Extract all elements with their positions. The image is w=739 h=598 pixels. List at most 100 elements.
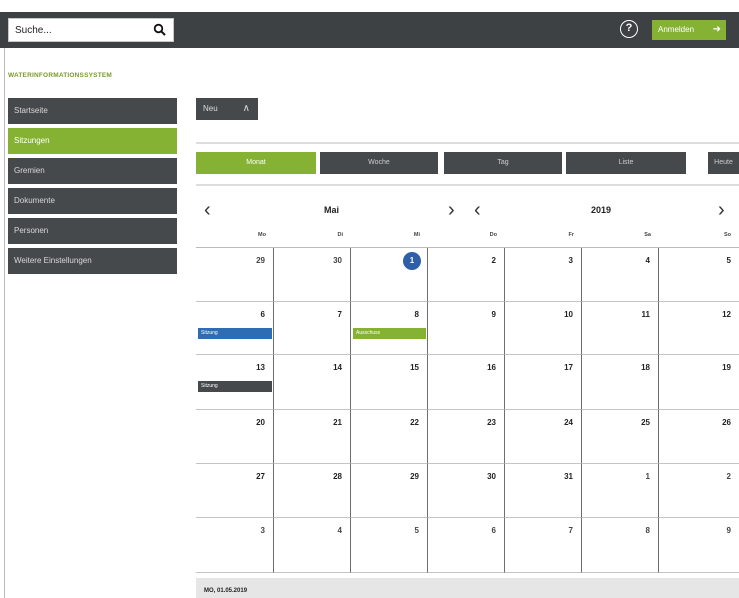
sidebar-item[interactable]: Sitzungen xyxy=(8,128,177,154)
calendar-day-cell[interactable]: 18 xyxy=(582,355,659,410)
divider xyxy=(196,184,739,186)
day-number: 23 xyxy=(487,418,496,427)
calendar-day-cell[interactable]: 8 xyxy=(582,518,659,573)
calendar-day-cell[interactable]: 21 xyxy=(274,410,351,464)
calendar-day-cell[interactable]: 3 xyxy=(196,518,274,573)
day-number: 7 xyxy=(568,526,573,535)
day-number: 22 xyxy=(410,418,419,427)
calendar-day-cell[interactable]: 4 xyxy=(582,248,659,302)
day-number: 29 xyxy=(256,256,265,265)
prev-year-icon[interactable]: ‹ xyxy=(474,196,481,224)
calendar-day-cell[interactable]: 16 xyxy=(428,355,505,410)
day-number: 14 xyxy=(333,363,342,372)
calendar-day-cell[interactable]: 1 xyxy=(582,464,659,518)
day-number: 5 xyxy=(414,526,419,535)
search-box[interactable] xyxy=(8,18,174,42)
new-button-label: Neu xyxy=(203,104,218,113)
day-number: 6 xyxy=(491,526,496,535)
calendar-day-cell[interactable]: 3 xyxy=(505,248,582,302)
calendar-event[interactable]: Sitzung xyxy=(198,381,272,392)
calendar-day-cell[interactable]: 9 xyxy=(659,518,739,573)
day-number: 8 xyxy=(414,310,419,319)
next-month-icon[interactable]: › xyxy=(448,196,455,224)
sidebar-item[interactable]: Personen xyxy=(8,218,177,244)
weekday-label: Mi xyxy=(413,232,420,238)
search-icon[interactable] xyxy=(153,23,167,37)
divider xyxy=(196,142,739,144)
weekday-header: Mo Di Mi Do Fr Sa So xyxy=(196,232,739,246)
day-number: 21 xyxy=(333,418,342,427)
new-button[interactable]: Neu ∧ xyxy=(196,98,258,120)
day-number: 4 xyxy=(337,526,342,535)
day-number: 29 xyxy=(410,472,419,481)
day-number: 5 xyxy=(726,256,731,265)
calendar-day-cell[interactable]: 7 xyxy=(274,302,351,355)
prev-month-icon[interactable]: ‹ xyxy=(204,196,211,224)
weekday-label: So xyxy=(723,232,731,238)
day-number: 16 xyxy=(487,363,496,372)
calendar-day-cell[interactable]: 12 xyxy=(659,302,739,355)
calendar-day-cell[interactable]: 5 xyxy=(351,518,428,573)
calendar-day-cell[interactable]: 23 xyxy=(428,410,505,464)
search-input[interactable] xyxy=(9,19,149,41)
calendar-day-cell[interactable]: 1 xyxy=(351,248,428,302)
calendar-day-cell[interactable]: 22 xyxy=(351,410,428,464)
day-number: 11 xyxy=(641,310,650,319)
calendar-day-cell[interactable]: 9 xyxy=(428,302,505,355)
calendar-day-cell[interactable]: 19 xyxy=(659,355,739,410)
calendar-day-cell[interactable]: 27 xyxy=(196,464,274,518)
calendar-event[interactable]: Sitzung xyxy=(198,328,272,339)
view-tab[interactable]: Heute xyxy=(708,152,739,174)
calendar-day-cell[interactable]: 24 xyxy=(505,410,582,464)
calendar-day-cell[interactable]: 20 xyxy=(196,410,274,464)
day-number: 18 xyxy=(641,363,650,372)
calendar-day-cell[interactable]: 2 xyxy=(659,464,739,518)
day-number: 17 xyxy=(564,363,573,372)
weekday-label: Do xyxy=(489,232,497,238)
calendar-day-cell[interactable]: 29 xyxy=(351,464,428,518)
calendar-day-cell[interactable]: 26 xyxy=(659,410,739,464)
calendar-day-cell[interactable]: 7 xyxy=(505,518,582,573)
view-switcher: Monat Woche Tag Liste Heute xyxy=(196,152,739,174)
weekday-label: Fr xyxy=(568,232,575,238)
calendar-day-cell[interactable]: 17 xyxy=(505,355,582,410)
day-number: 1 xyxy=(645,472,650,481)
day-number: 13 xyxy=(256,363,265,372)
calendar-day-cell[interactable]: 4 xyxy=(274,518,351,573)
calendar-day-cell[interactable]: 6 xyxy=(428,518,505,573)
day-number: 20 xyxy=(256,418,265,427)
calendar-day-cell[interactable]: 5 xyxy=(659,248,739,302)
login-button[interactable]: Anmelden ➜ xyxy=(652,20,726,40)
calendar-event[interactable]: Ausschuss xyxy=(353,328,426,339)
view-tab[interactable]: Woche xyxy=(320,152,438,174)
calendar-day-cell[interactable]: 30 xyxy=(428,464,505,518)
calendar-day-cell[interactable]: 29 xyxy=(196,248,274,302)
calendar-day-cell[interactable]: 30 xyxy=(274,248,351,302)
app-title: WATERINFORMATIONSSYSTEM xyxy=(8,72,113,79)
calendar-day-cell[interactable]: 11 xyxy=(582,302,659,355)
sidebar-item[interactable]: Dokumente xyxy=(8,188,177,214)
weekday-label: Di xyxy=(337,232,344,238)
month-grid: 29 30 1 2 3 4 5 6 7 8 9 10 11 12 13 14 15 16 17 18 19 20 21 22 2… xyxy=(196,247,739,573)
calendar-navigation: ‹ Mai › ‹ 2019 › xyxy=(196,196,739,224)
day-number: 4 xyxy=(645,256,650,265)
calendar-day-cell[interactable]: 15 xyxy=(351,355,428,410)
sidebar-item[interactable]: Startseite xyxy=(8,98,177,124)
sidebar-item[interactable]: Weitere Einstellungen xyxy=(8,248,177,274)
calendar-day-cell[interactable]: 10 xyxy=(505,302,582,355)
calendar-day-cell[interactable]: 25 xyxy=(582,410,659,464)
calendar-day-cell[interactable]: 31 xyxy=(505,464,582,518)
day-number: 2 xyxy=(491,256,496,265)
view-tab[interactable]: Liste xyxy=(566,152,686,174)
day-number: 25 xyxy=(641,418,650,427)
login-arrow-icon: ➜ xyxy=(712,24,721,35)
sidebar-item[interactable]: Gremien xyxy=(8,158,177,184)
view-tab[interactable]: Tag xyxy=(444,152,562,174)
next-year-icon[interactable]: › xyxy=(718,196,725,224)
help-icon[interactable]: ? xyxy=(620,20,638,38)
calendar-day-cell[interactable]: 2 xyxy=(428,248,505,302)
day-number: 2 xyxy=(726,472,731,481)
view-tab[interactable]: Monat xyxy=(196,152,316,174)
calendar-day-cell[interactable]: 28 xyxy=(274,464,351,518)
calendar-day-cell[interactable]: 14 xyxy=(274,355,351,410)
